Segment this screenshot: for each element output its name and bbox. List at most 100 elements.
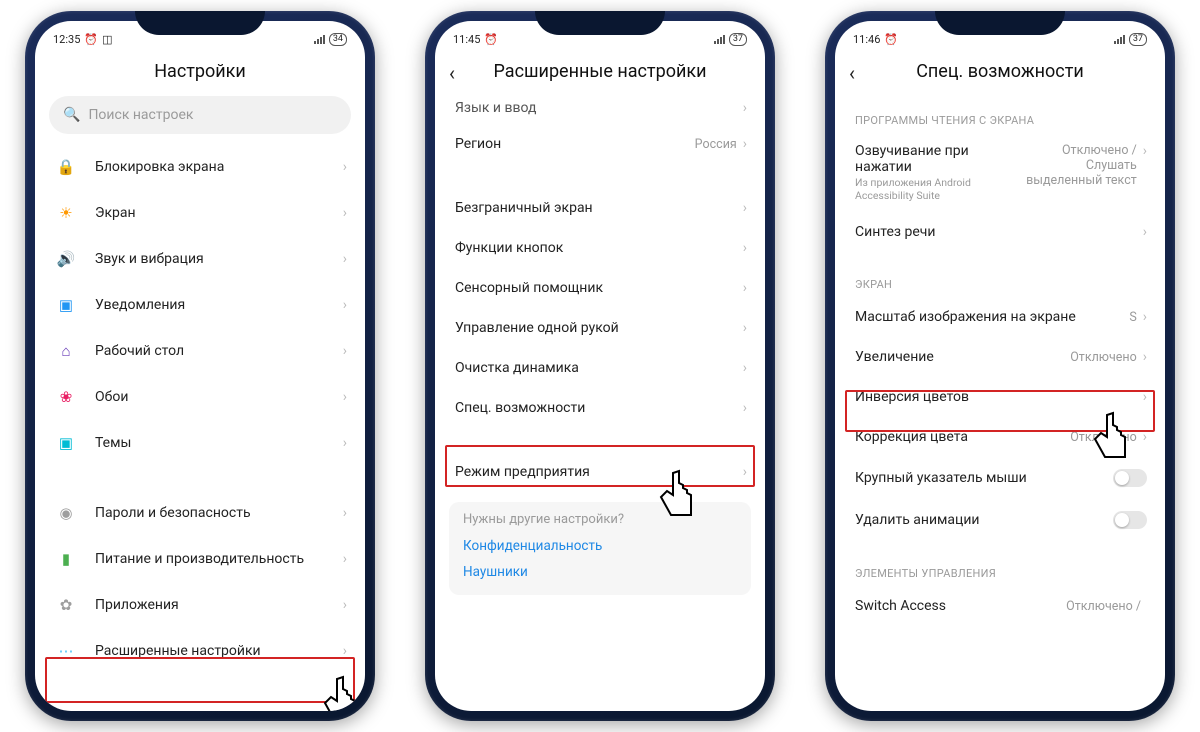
more-icon: ⋯ <box>55 640 77 662</box>
row-passwords[interactable]: ◉Пароли и безопасность› <box>35 490 365 536</box>
row-magnification[interactable]: УвеличениеОтключено› <box>835 337 1165 377</box>
chevron-right-icon: › <box>343 505 347 521</box>
status-time: 11:46 <box>853 33 880 46</box>
row-display-size[interactable]: Масштаб изображения на экранеS› <box>835 297 1165 337</box>
row-display[interactable]: ☀Экран› <box>35 190 365 236</box>
page-title: Настройки <box>35 51 365 96</box>
chevron-right-icon: › <box>743 360 747 376</box>
row-themes[interactable]: ▣Темы› <box>35 420 365 466</box>
status-time: 12:35 <box>53 33 80 46</box>
fingerprint-icon: ◉ <box>55 502 77 524</box>
row-buttons[interactable]: Функции кнопок› <box>435 228 765 268</box>
row-notifications[interactable]: ▣Уведомления› <box>35 282 365 328</box>
row-fullscreen[interactable]: Безграничный экран› <box>435 188 765 228</box>
back-button[interactable]: ‹ <box>849 61 855 85</box>
toggle-switch[interactable] <box>1113 469 1147 487</box>
alarm-icon: ⏰ <box>84 33 98 46</box>
status-time: 11:45 <box>453 33 480 46</box>
screen-advanced: 11:45 ⏰ 37 ‹ Расширенные настройки Язык … <box>435 21 765 711</box>
notch <box>135 11 265 35</box>
row-speaker-clean[interactable]: Очистка динамика› <box>435 348 765 388</box>
row-switch-access[interactable]: Switch AccessОтключено / <box>835 586 1165 616</box>
notch <box>935 11 1065 35</box>
chevron-right-icon: › <box>343 251 347 267</box>
row-color-correction[interactable]: Коррекция цветаОтключено› <box>835 417 1165 457</box>
battery-icon: ▮ <box>55 548 77 570</box>
gear-icon: ✿ <box>55 594 77 616</box>
chevron-right-icon: › <box>1143 143 1147 159</box>
row-title: Озвучивание при нажатии <box>855 143 1017 175</box>
header: ‹ Спец. возможности <box>835 51 1165 96</box>
row-quickball[interactable]: Сенсорный помощник› <box>435 268 765 308</box>
link-headphones[interactable]: Наушники <box>463 559 737 585</box>
row-wallpaper[interactable]: ❀Обои› <box>35 374 365 420</box>
battery-indicator: 37 <box>729 33 747 46</box>
search-placeholder: Поиск настроек <box>88 107 193 123</box>
paint-icon: ▣ <box>55 432 77 454</box>
accessibility-list: ПРОГРАММЫ ЧТЕНИЯ С ЭКРАНА Озвучивание пр… <box>835 96 1165 711</box>
chevron-right-icon: › <box>743 136 747 152</box>
chevron-right-icon: › <box>743 400 747 416</box>
toggle-switch[interactable] <box>1113 511 1147 529</box>
row-apps[interactable]: ✿Приложения› <box>35 582 365 628</box>
signal-icon <box>714 34 725 44</box>
lock-icon: 🔒 <box>55 156 77 178</box>
page-title: Спец. возможности <box>916 61 1084 82</box>
row-home[interactable]: ⌂Рабочий стол› <box>35 328 365 374</box>
row-sound[interactable]: 🔊Звук и вибрация› <box>35 236 365 282</box>
chevron-right-icon: › <box>343 159 347 175</box>
back-button[interactable]: ‹ <box>449 61 455 85</box>
footer-question: Нужны другие настройки? <box>463 512 737 527</box>
row-large-mouse-pointer[interactable]: Крупный указатель мыши <box>835 457 1165 499</box>
chevron-right-icon: › <box>343 597 347 613</box>
row-remove-animations[interactable]: Удалить анимации <box>835 499 1165 541</box>
alarm-icon: ⏰ <box>884 33 898 46</box>
link-privacy[interactable]: Конфиденциальность <box>463 533 737 559</box>
row-advanced-settings[interactable]: ⋯Расширенные настройки› <box>35 628 365 674</box>
signal-icon <box>1114 34 1125 44</box>
phone-mockup-2: 11:45 ⏰ 37 ‹ Расширенные настройки Язык … <box>425 11 775 721</box>
section-screen-readers: ПРОГРАММЫ ЧТЕНИЯ С ЭКРАНА <box>835 96 1165 133</box>
row-lock-screen[interactable]: 🔒Блокировка экрана› <box>35 144 365 190</box>
search-input[interactable]: 🔍 Поиск настроек <box>49 96 351 134</box>
advanced-list: Язык и ввод› РегионРоссия› Безграничный … <box>435 96 765 711</box>
phone-mockup-1: 12:35 ⏰ ◫ 34 Настройки 🔍 Поиск настроек … <box>25 11 375 721</box>
row-language[interactable]: Язык и ввод› <box>435 96 765 124</box>
chevron-right-icon: › <box>743 200 747 216</box>
chevron-right-icon: › <box>1143 309 1147 325</box>
screen-settings: 12:35 ⏰ ◫ 34 Настройки 🔍 Поиск настроек … <box>35 21 365 711</box>
row-color-inversion[interactable]: Инверсия цветов› <box>835 377 1165 417</box>
row-subtitle: Из приложения Android Accessibility Suit… <box>855 177 1017 202</box>
bell-icon: ▣ <box>55 294 77 316</box>
section-controls: ЭЛЕМЕНТЫ УПРАВЛЕНИЯ <box>835 541 1165 586</box>
row-value: Отключено / Слушать выделенный текст <box>1017 143 1137 188</box>
signal-icon <box>314 34 325 44</box>
chevron-right-icon: › <box>343 435 347 451</box>
row-select-to-speak[interactable]: Озвучивание при нажатии Из приложения An… <box>835 133 1165 212</box>
book-icon: ◫ <box>102 33 112 46</box>
chevron-right-icon: › <box>1143 349 1147 365</box>
flower-icon: ❀ <box>55 386 77 408</box>
search-icon: 🔍 <box>63 107 80 123</box>
chevron-right-icon: › <box>343 643 347 659</box>
row-region[interactable]: РегионРоссия› <box>435 124 765 164</box>
row-enterprise[interactable]: Режим предприятия› <box>435 452 765 492</box>
row-tts[interactable]: Синтез речи› <box>835 212 1165 252</box>
battery-indicator: 34 <box>329 33 347 46</box>
chevron-right-icon: › <box>743 240 747 256</box>
chevron-right-icon: › <box>1143 224 1147 240</box>
speaker-icon: 🔊 <box>55 248 77 270</box>
chevron-right-icon: › <box>343 297 347 313</box>
row-battery[interactable]: ▮Питание и производительность› <box>35 536 365 582</box>
section-screen: ЭКРАН <box>835 252 1165 297</box>
chevron-right-icon: › <box>1143 429 1147 445</box>
notch <box>535 11 665 35</box>
header: ‹ Расширенные настройки <box>435 51 765 96</box>
row-onehanded[interactable]: Управление одной рукой› <box>435 308 765 348</box>
battery-indicator: 37 <box>1129 33 1147 46</box>
settings-list: 🔒Блокировка экрана› ☀Экран› 🔊Звук и вибр… <box>35 144 365 711</box>
chevron-right-icon: › <box>743 320 747 336</box>
chevron-right-icon: › <box>1143 389 1147 405</box>
row-accessibility[interactable]: Спец. возможности› <box>435 388 765 428</box>
chevron-right-icon: › <box>743 280 747 296</box>
